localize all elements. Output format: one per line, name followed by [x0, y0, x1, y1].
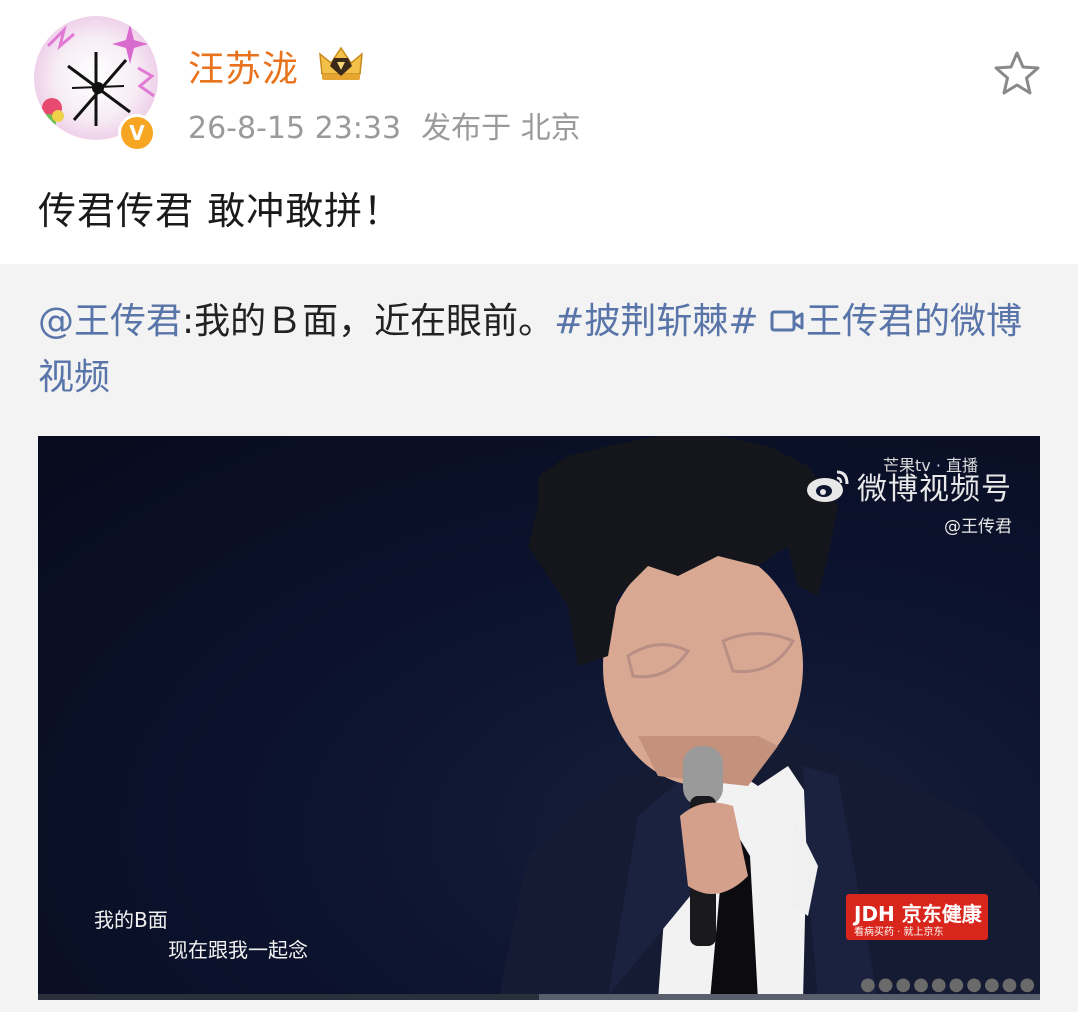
mention-link[interactable]: @王传君 — [38, 301, 182, 342]
favorite-button[interactable] — [992, 50, 1042, 96]
post-location: 发布于 北京 — [421, 111, 581, 146]
ad-badge: JDH 京东健康 看病买药 · 就上京东 — [846, 894, 988, 940]
video-icon — [770, 310, 804, 332]
post-text: 传君传君 敢冲敢拼！ — [38, 189, 403, 233]
post-time: 26-8-15 23:33 — [188, 111, 402, 146]
weibo-logo-icon — [807, 470, 849, 502]
avatar[interactable]: V — [34, 16, 158, 152]
repost-body: :我的Ｂ面，近在眼前。 — [182, 301, 555, 342]
video-player[interactable]: 芒果tv · 直播 微博视频号 @王传君 我的B面 现在跟我一起念 JDH 京东… — [38, 436, 1040, 1000]
subtitle-line-2: 现在跟我一起念 — [168, 938, 308, 962]
subtitle-line-1: 我的B面 — [94, 908, 168, 932]
video-watermark: 芒果tv · 直播 微博视频号 @王传君 — [805, 448, 1012, 537]
weibo-post-page: V 汪苏泷 26-8-15 23:33 发布于 北京 传君传君 敢冲敢拼！ @王传… — [0, 0, 1078, 1012]
more-icon[interactable]: ●●●●●●●●●● — [860, 974, 1037, 995]
vip-crown-icon — [316, 44, 366, 84]
repost-card[interactable]: @王传君:我的Ｂ面，近在眼前。#披荆斩棘# 王传君的微博视频 芒果tv · 直播… — [0, 264, 1078, 1012]
mango-tv-logo: 芒果tv · 直播 — [882, 456, 978, 475]
ad-slogan: 看病买药 · 就上京东 — [854, 927, 944, 938]
verified-icon: V — [118, 114, 156, 152]
post-meta: 26-8-15 23:33 发布于 北京 — [188, 103, 581, 147]
hashtag-link[interactable]: #披荆斩棘# — [554, 301, 758, 342]
username[interactable]: 汪苏泷 — [188, 40, 299, 92]
repost-text: @王传君:我的Ｂ面，近在眼前。#披荆斩棘# 王传君的微博视频 — [38, 294, 1048, 406]
watermark-handle: @王传君 — [944, 517, 1012, 537]
video-progress-fill — [38, 994, 539, 1000]
star-icon — [994, 51, 1040, 95]
